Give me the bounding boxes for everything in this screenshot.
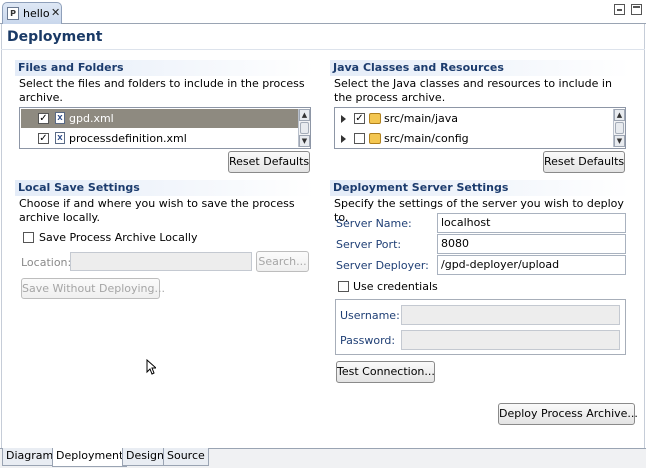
list-item[interactable]: ✓ src/main/java [336, 109, 613, 128]
password-label: Password: [340, 334, 396, 347]
java-section-title: Java Classes and Resources [330, 60, 630, 76]
source-folder-icon [369, 113, 381, 124]
scroll-thumb[interactable] [615, 122, 624, 134]
checkbox-unchecked-icon[interactable] [354, 133, 365, 144]
scroll-down-icon[interactable]: ▼ [614, 135, 625, 147]
scroll-up-icon[interactable]: ▲ [614, 109, 625, 121]
use-credentials-checkbox[interactable] [338, 281, 349, 292]
files-section-description: Select the files and folders to include … [19, 77, 305, 104]
process-file-icon: P [7, 7, 19, 20]
test-connection-button[interactable]: Test Connection... [336, 361, 435, 383]
location-input[interactable] [70, 252, 252, 271]
checkbox-checked-icon[interactable]: ✓ [354, 113, 365, 124]
tab-design[interactable]: Design [122, 448, 168, 466]
tab-source[interactable]: Source [163, 448, 209, 466]
tab-deployment[interactable]: Deployment [52, 448, 128, 467]
save-locally-checkbox[interactable] [23, 232, 34, 243]
files-list[interactable]: ✓ X gpd.xml ✓ X processdefinition.xml ▲ … [19, 107, 311, 149]
mouse-cursor-icon [146, 359, 156, 375]
minimize-icon[interactable] [614, 4, 625, 15]
editor-tab-title: hello [23, 7, 50, 20]
use-credentials-label: Use credentials [353, 280, 438, 293]
java-reset-defaults-button[interactable]: Reset Defaults [543, 151, 625, 173]
local-save-section-description: Choose if and where you wish to save the… [19, 197, 295, 224]
list-item-label: processdefinition.xml [69, 132, 187, 145]
list-item[interactable]: ✓ X processdefinition.xml [21, 129, 298, 148]
server-section-title: Deployment Server Settings [330, 180, 630, 196]
checkbox-checked-icon[interactable]: ✓ [38, 113, 49, 124]
scroll-up-icon[interactable]: ▲ [299, 109, 310, 121]
server-name-label: Server Name: [336, 217, 412, 230]
server-name-input[interactable]: localhost [437, 213, 626, 233]
list-item[interactable]: src/main/config [336, 129, 613, 148]
java-section-description: Select the Java classes and resources to… [334, 77, 612, 104]
save-without-deploying-button[interactable]: Save Without Deploying... [21, 278, 165, 299]
local-save-section-title: Local Save Settings [15, 180, 315, 196]
checkbox-checked-icon[interactable]: ✓ [38, 133, 49, 144]
username-label: Username: [340, 309, 400, 322]
password-input[interactable] [401, 330, 620, 350]
username-input[interactable] [401, 305, 620, 325]
list-item-label: gpd.xml [69, 112, 114, 125]
editor-tab-hello[interactable]: P hello ✕ [2, 2, 62, 24]
files-reset-defaults-button[interactable]: Reset Defaults [228, 151, 310, 173]
location-label: Location: [21, 256, 72, 269]
server-port-input[interactable]: 8080 [437, 234, 626, 254]
server-deployer-label: Server Deployer: [336, 259, 429, 272]
files-list-scrollbar[interactable]: ▲ ▼ [298, 109, 310, 147]
deploy-process-archive-button[interactable]: Deploy Process Archive... [498, 403, 638, 425]
list-item-label: src/main/java [384, 112, 459, 125]
maximize-icon[interactable] [631, 4, 642, 15]
xml-file-icon: X [55, 132, 65, 144]
editor-tab-bar [0, 0, 646, 24]
files-section-title: Files and Folders [15, 60, 315, 76]
tab-diagram[interactable]: Diagram [2, 448, 58, 466]
header-divider [1, 49, 645, 50]
java-list-scrollbar[interactable]: ▲ ▼ [613, 109, 625, 147]
server-port-label: Server Port: [336, 238, 402, 251]
xml-file-icon: X [55, 112, 65, 124]
expand-arrow-icon[interactable] [341, 115, 346, 123]
scroll-down-icon[interactable]: ▼ [299, 135, 310, 147]
save-locally-label: Save Process Archive Locally [39, 231, 198, 244]
list-item-label: src/main/config [384, 132, 469, 145]
source-folder-icon [369, 133, 381, 144]
list-item[interactable]: ✓ X gpd.xml [21, 109, 298, 128]
scroll-thumb[interactable] [300, 122, 309, 134]
page-title: Deployment [7, 29, 103, 45]
server-deployer-input[interactable]: /gpd-deployer/upload [437, 255, 626, 275]
search-button[interactable]: Search... [256, 251, 309, 272]
expand-arrow-icon[interactable] [341, 135, 346, 143]
java-list[interactable]: ✓ src/main/java src/main/config ▲ ▼ [334, 107, 626, 149]
close-icon[interactable]: ✕ [51, 6, 60, 19]
